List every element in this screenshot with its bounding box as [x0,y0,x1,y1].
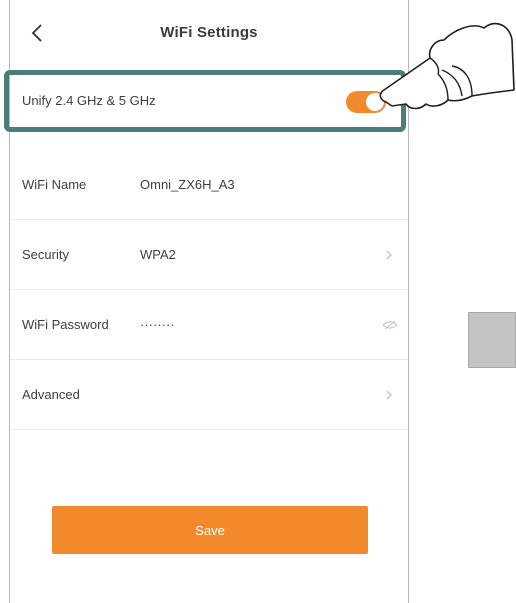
pointing-hand-icon [379,22,515,110]
advanced-label: Advanced [22,387,80,402]
advanced-row[interactable]: Advanced [10,360,408,430]
eye-icon[interactable] [382,320,398,330]
unify-bands-label: Unify 2.4 GHz & 5 GHz [22,93,156,108]
wifi-name-label: WiFi Name [22,177,87,192]
nav-bar: WiFi Settings [10,0,408,64]
wifi-password-label: WiFi Password [22,317,109,332]
wifi-name-value: Omni_ZX6H_A3 [140,177,235,192]
wifi-password-row[interactable]: WiFi Password ········ [10,290,408,360]
phone-screen: WiFi Settings Unify 2.4 GHz & 5 GHz WiFi… [9,0,409,603]
page-title: WiFi Settings [160,24,258,41]
unify-bands-row: Unify 2.4 GHz & 5 GHz [10,70,408,132]
gray-marker-box [468,312,516,368]
save-button[interactable]: Save [52,506,368,554]
chevron-right-icon [386,250,392,260]
security-value: WPA2 [140,247,176,262]
wifi-name-row[interactable]: WiFi Name Omni_ZX6H_A3 [10,150,408,220]
chevron-right-icon [386,390,392,400]
wifi-password-value: ········ [140,317,175,332]
security-label: Security [22,247,69,262]
security-row[interactable]: Security WPA2 [10,220,408,290]
